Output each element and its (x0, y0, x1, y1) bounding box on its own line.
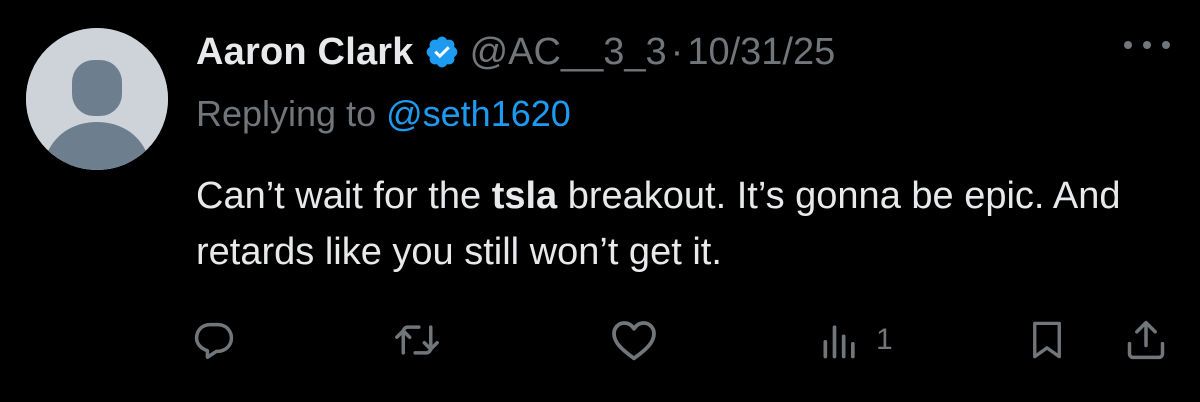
bookmark-button[interactable] (1026, 308, 1068, 372)
timestamp[interactable]: 10/31/25 (687, 31, 835, 74)
default-avatar-icon (26, 28, 168, 170)
verified-badge-icon[interactable] (424, 34, 460, 70)
action-bar: 1 (0, 308, 1200, 372)
share-button[interactable] (1124, 308, 1168, 372)
views-button[interactable]: 1 (818, 308, 893, 372)
heart-icon (612, 321, 656, 361)
reply-icon (194, 322, 234, 359)
retweet-button[interactable] (392, 308, 442, 372)
tweet-header: Aaron Clark @AC__3_3 · 10/31/25 (196, 22, 835, 82)
reply-button[interactable] (192, 308, 236, 372)
tweet[interactable]: Aaron Clark @AC__3_3 · 10/31/25 Replying… (0, 0, 1200, 402)
display-name[interactable]: Aaron Clark (196, 31, 414, 74)
handle[interactable]: @AC__3_3 (470, 31, 667, 74)
more-options-icon[interactable] (1124, 30, 1170, 60)
tweet-text: Can’t wait for the tsla breakout. It’s g… (196, 168, 1186, 280)
retweet-icon (395, 325, 439, 355)
replying-to: Replying to @seth1620 (196, 93, 571, 135)
views-count: 1 (876, 323, 893, 356)
tweet-text-bold: tsla (491, 175, 558, 217)
like-button[interactable] (610, 308, 658, 372)
replying-to-label: Replying to (196, 93, 387, 134)
bookmark-icon (1033, 321, 1061, 359)
tweet-text-part: Can’t wait for the (196, 175, 492, 217)
separator-dot: · (670, 30, 684, 73)
avatar[interactable] (26, 28, 168, 170)
views-icon (823, 325, 855, 359)
replying-to-mention[interactable]: @seth1620 (386, 93, 571, 134)
share-icon (1127, 320, 1165, 360)
